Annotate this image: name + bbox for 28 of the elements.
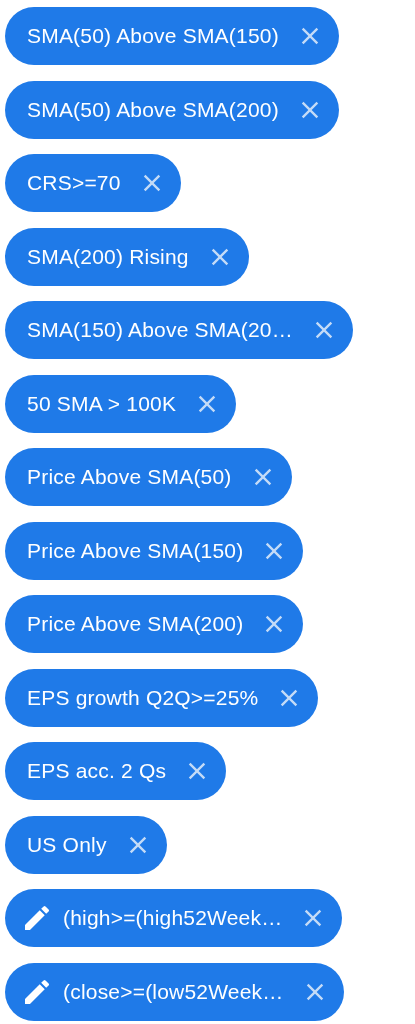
filter-chip[interactable]: CRS>=70	[5, 154, 181, 212]
chip-label: SMA(50) Above SMA(150)	[27, 24, 279, 48]
chip-label: SMA(200) Rising	[27, 244, 189, 269]
filter-chip[interactable]: 50 SMA > 100K	[5, 374, 237, 433]
chip-label: Price Above SMA(150)	[27, 538, 244, 563]
chip-label: Price Above SMA(50)	[27, 465, 232, 489]
chip-label: Price Above SMA(200)	[27, 612, 244, 636]
filter-chip[interactable]: SMA(200) Rising	[5, 227, 249, 286]
chip-label: EPS growth Q2Q>=25%	[27, 685, 259, 710]
chip-label: US Only	[27, 832, 107, 857]
filter-chip[interactable]: Price Above SMA(150)	[5, 521, 304, 580]
filter-chip[interactable]: EPS growth Q2Q>=25%	[5, 668, 319, 727]
filter-chip[interactable]: EPS acc. 2 Qs	[5, 742, 227, 800]
chip-label: 50 SMA > 100K	[27, 391, 177, 416]
filter-chip[interactable]: SMA(150) Above SMA(20…	[5, 301, 353, 359]
filter-chip[interactable]: Price Above SMA(200)	[5, 595, 304, 653]
filter-chip[interactable]: US Only	[5, 815, 167, 874]
chip-label: (high>=(high52Week…	[63, 906, 283, 930]
filter-chip[interactable]: (close>=(low52Week…	[5, 962, 344, 1021]
chip-label: SMA(50) Above SMA(200)	[27, 97, 279, 122]
filter-chip[interactable]: SMA(50) Above SMA(150)	[5, 7, 339, 65]
filter-chip[interactable]: Price Above SMA(50)	[5, 448, 292, 506]
filter-chip[interactable]: (high>=(high52Week…	[5, 889, 343, 947]
chip-label: SMA(150) Above SMA(20…	[27, 318, 293, 342]
chip-label: CRS>=70	[27, 171, 121, 195]
chip-label: EPS acc. 2 Qs	[27, 759, 167, 783]
chip-label: (close>=(low52Week…	[63, 979, 284, 1004]
filter-chip[interactable]: SMA(50) Above SMA(200)	[5, 80, 339, 139]
